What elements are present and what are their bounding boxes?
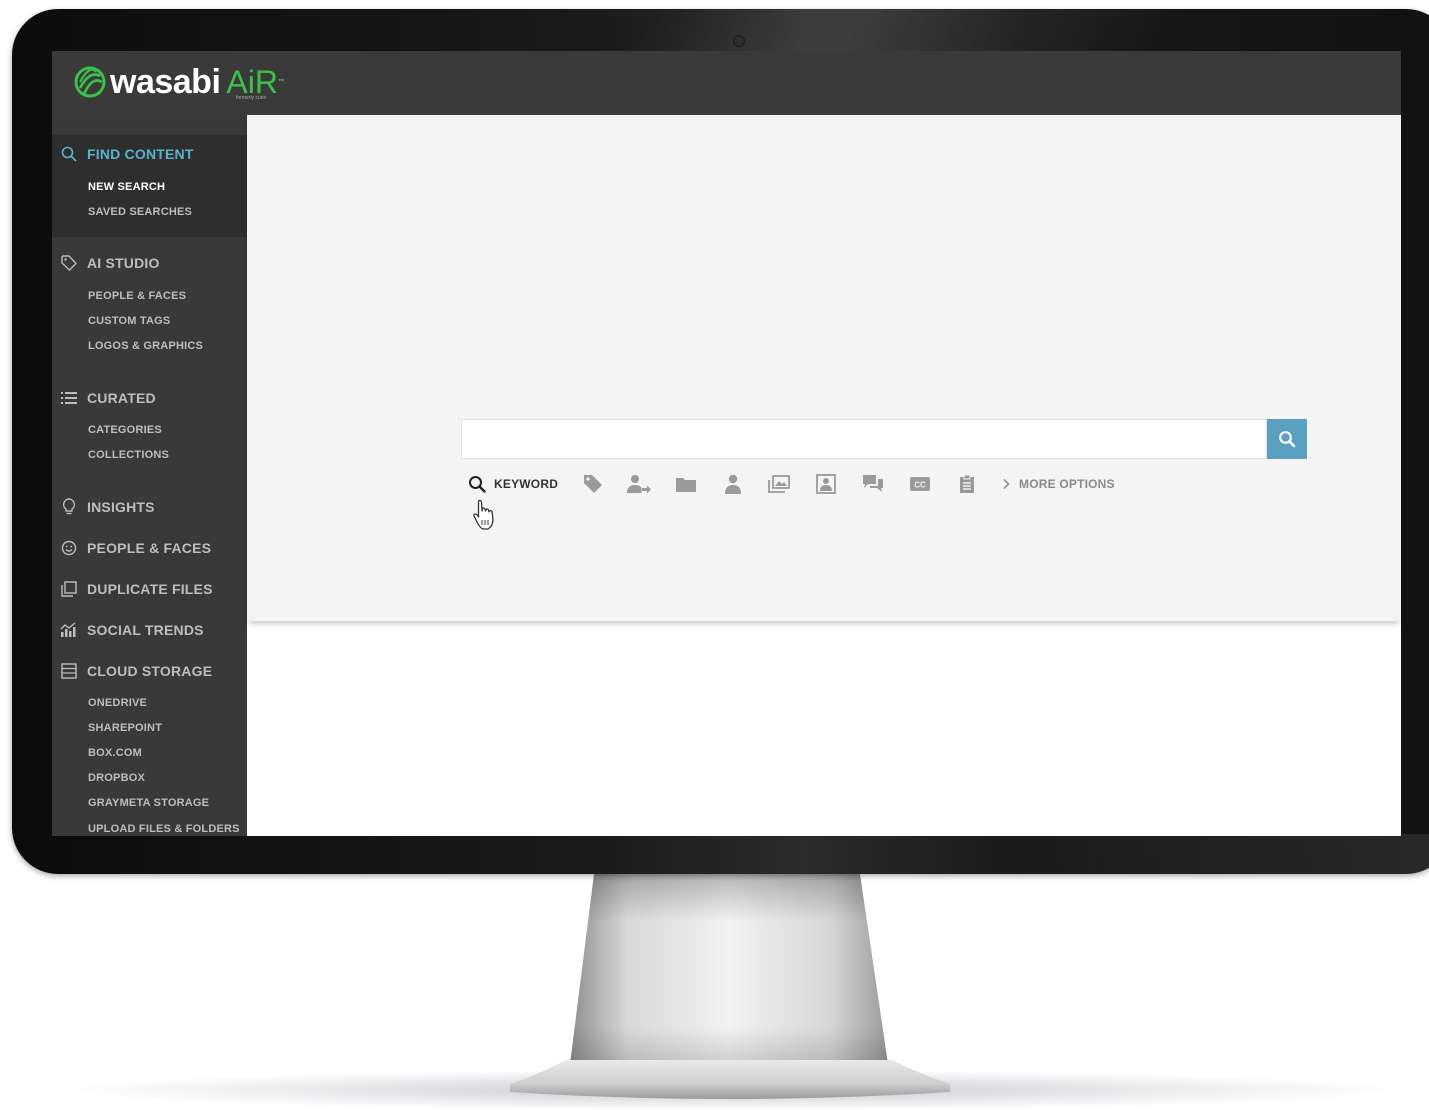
sidebar-item-social-trends[interactable]: SOCIAL TRENDS: [60, 619, 204, 641]
tag-icon: [60, 254, 78, 272]
monitor-stand: [510, 874, 950, 1099]
sidebar-item-duplicate-files[interactable]: DUPLICATE FILES: [60, 578, 213, 600]
sidebar-subitem-logos-graphics[interactable]: LOGOS & GRAPHICS: [88, 338, 203, 354]
brand-tagline: formerly curio: [236, 95, 267, 101]
sidebar-item-label: PEOPLE & FACES: [87, 540, 212, 556]
top-bar: wasabi AiR ™ formerly curio: [52, 51, 1401, 115]
sidebar-item-label: CURATED: [87, 390, 156, 406]
search-icon: [469, 476, 486, 493]
folder-filter-button[interactable]: [676, 473, 696, 495]
chat-filter-button[interactable]: [862, 473, 884, 495]
sidebar-item-people-faces[interactable]: PEOPLE & FACES: [60, 537, 211, 559]
sidebar-item-label: CLOUD STORAGE: [87, 663, 213, 679]
hand-cursor-icon: [473, 499, 494, 530]
wasabi-air-logo[interactable]: wasabi AiR ™: [74, 63, 284, 101]
lightbulb-icon: [60, 498, 78, 516]
svg-text:CC: CC: [914, 481, 926, 490]
search-input[interactable]: [461, 419, 1267, 459]
sidebar-subitem-saved-searches[interactable]: SAVED SEARCHES: [88, 204, 192, 220]
wasabi-logo-icon: [74, 66, 106, 98]
sidebar-subitem-sharepoint[interactable]: SHAREPOINT: [88, 720, 162, 736]
sidebar-item-label: INSIGHTS: [87, 499, 155, 515]
search-icon: [1279, 431, 1296, 448]
main-content: KEYWORD CC MORE OPTIONS: [247, 115, 1401, 836]
sidebar-item-find-content[interactable]: FIND CONTENT: [60, 143, 194, 165]
sidebar-item-label: DUPLICATE FILES: [87, 581, 213, 597]
sidebar-subitem-categories[interactable]: CATEGORIES: [88, 422, 162, 438]
more-options-toggle[interactable]: MORE OPTIONS: [1001, 473, 1115, 495]
trademark-mark: ™: [277, 79, 284, 85]
sidebar-subitem-collections[interactable]: COLLECTIONS: [88, 447, 169, 463]
clipboard-icon: [960, 474, 974, 493]
tag-icon: [584, 475, 602, 493]
search-icon: [60, 145, 78, 163]
webcam-dot: [733, 35, 745, 47]
brand-product: AiR ™: [226, 64, 284, 100]
sidebar-subitem-new-search[interactable]: NEW SEARCH: [88, 179, 165, 195]
smiley-icon: [60, 539, 78, 557]
sidebar-item-curated[interactable]: CURATED: [60, 387, 156, 409]
closed-caption-icon: CC: [910, 477, 930, 491]
images-filter-button[interactable]: [768, 473, 790, 495]
search-button[interactable]: [1267, 419, 1307, 459]
sidebar-subitem-custom-tags[interactable]: CUSTOM TAGS: [88, 313, 170, 329]
sidebar-item-insights[interactable]: INSIGHTS: [60, 496, 155, 518]
clipboard-filter-button[interactable]: [959, 473, 975, 495]
more-options-label: MORE OPTIONS: [1019, 477, 1115, 491]
storage-icon: [60, 662, 78, 680]
sidebar-item-label: SOCIAL TRENDS: [87, 622, 204, 638]
sidebar-subitem-graymeta-storage[interactable]: GRAYMETA STORAGE: [88, 795, 209, 811]
sidebar-subitem-dropbox[interactable]: DROPBOX: [88, 770, 145, 786]
picture-person-icon: [816, 474, 836, 494]
person-arrow-icon: [627, 475, 651, 494]
bezel-glare: [988, 834, 1429, 874]
sidebar: FIND CONTENT NEW SEARCH SAVED SEARCHES A…: [52, 115, 247, 836]
closed-caption-filter-button[interactable]: CC: [910, 473, 930, 495]
copy-icon: [60, 580, 78, 598]
brand-name: wasabi: [110, 63, 221, 101]
sidebar-item-label: FIND CONTENT: [87, 146, 194, 162]
sidebar-subitem-onedrive[interactable]: ONEDRIVE: [88, 695, 147, 711]
trends-chart-icon: [60, 621, 78, 639]
person-icon: [725, 474, 741, 494]
sidebar-item-cloud-storage[interactable]: CLOUD STORAGE: [60, 660, 212, 682]
images-icon: [768, 475, 790, 493]
search-panel: KEYWORD CC MORE OPTIONS: [247, 115, 1401, 621]
chat-bubbles-icon: [863, 475, 883, 492]
sidebar-subitem-people-faces[interactable]: PEOPLE & FACES: [88, 288, 186, 304]
list-icon: [60, 389, 78, 407]
sidebar-subitem-box-com[interactable]: BOX.COM: [88, 745, 142, 761]
person-arrow-filter-button[interactable]: [627, 473, 651, 495]
tag-filter-button[interactable]: [583, 473, 603, 495]
screen-glare: [629, 9, 1175, 51]
sidebar-subitem-upload-files-folders[interactable]: UPLOAD FILES & FOLDERS: [88, 821, 240, 836]
keyword-search-option[interactable]: KEYWORD: [468, 473, 558, 495]
sidebar-item-ai-studio[interactable]: AI STUDIO: [60, 252, 160, 274]
folder-icon: [676, 478, 696, 492]
person-filter-button[interactable]: [724, 473, 742, 495]
app-screen: wasabi AiR ™ formerly curio FIND CONTENT …: [52, 51, 1401, 836]
sidebar-item-label: AI STUDIO: [87, 255, 160, 271]
chevron-right-icon: [1003, 478, 1010, 490]
picture-person-filter-button[interactable]: [816, 473, 836, 495]
keyword-label: KEYWORD: [494, 477, 559, 491]
